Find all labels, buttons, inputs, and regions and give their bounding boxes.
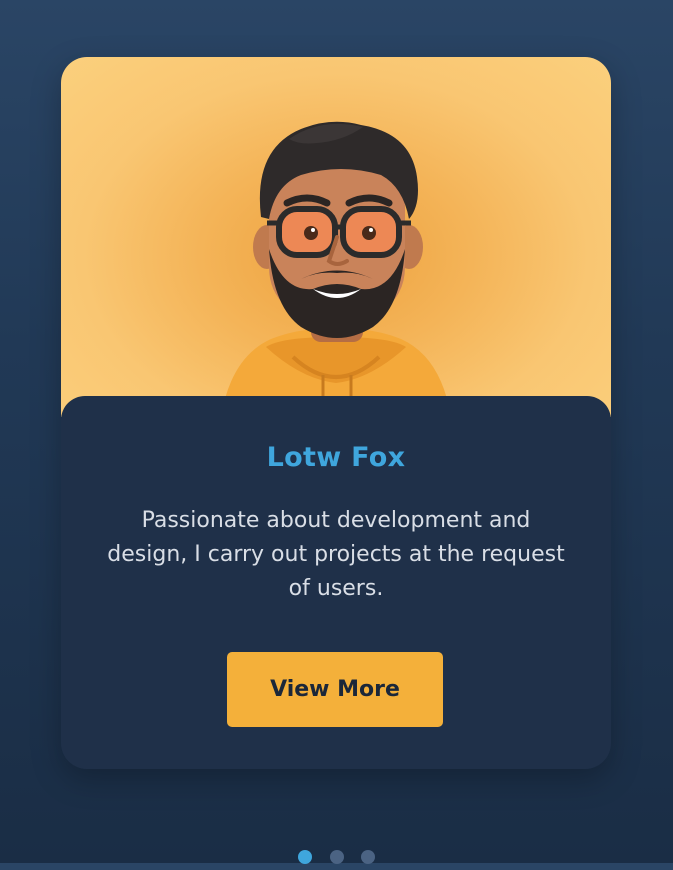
profile-bio: Passionate about development and design,… [107, 508, 565, 601]
pagination-dot-1-active[interactable] [298, 850, 312, 864]
avatar [221, 121, 451, 417]
view-more-button[interactable]: View More [227, 652, 443, 727]
profile-hero [61, 57, 611, 417]
pagination-dot-2[interactable] [330, 850, 344, 864]
profile-name: Lotw Fox [266, 442, 406, 473]
pagination-dot-3[interactable] [361, 850, 375, 864]
profile-info-panel: Lotw Fox Passionate about development an… [61, 396, 611, 769]
carousel-pagination [0, 850, 673, 870]
profile-card: Lotw Fox Passionate about development an… [61, 57, 611, 769]
